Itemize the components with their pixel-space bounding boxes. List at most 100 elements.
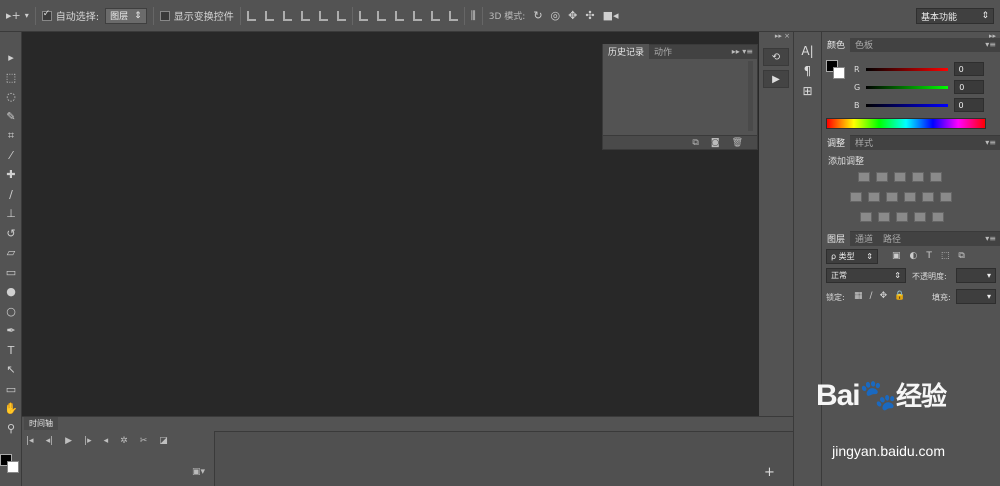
align-bottom-icon[interactable]	[282, 10, 292, 21]
opacity-field[interactable]: ▾	[956, 268, 996, 283]
tab-actions[interactable]: 动作	[649, 44, 677, 59]
add-track-button[interactable]: +	[764, 465, 775, 480]
distribute-bottom-icon[interactable]	[394, 10, 404, 21]
tab-adjustments[interactable]: 调整	[822, 135, 851, 150]
align-top-icon[interactable]	[246, 10, 256, 21]
distribute-hcenter-icon[interactable]	[430, 10, 440, 21]
3d-scale-icon[interactable]: ■◂	[603, 9, 619, 22]
render-video-icon[interactable]: ▣▾	[192, 467, 205, 477]
dodge-tool-icon[interactable]: ○	[0, 302, 22, 322]
tab-swatches[interactable]: 色板	[850, 37, 878, 52]
collapse-dock-icon[interactable]: ▸▸ ×	[759, 32, 793, 40]
tab-timeline[interactable]: 时间轴	[24, 417, 58, 430]
black-white-icon[interactable]	[886, 192, 898, 202]
selective-color-icon[interactable]	[914, 212, 926, 222]
panel-menu-icon[interactable]: ▸▸ ▾≡	[732, 47, 753, 56]
show-transform-checkbox[interactable]	[159, 10, 170, 21]
healing-brush-tool-icon[interactable]: ✚	[0, 165, 22, 185]
scrollbar[interactable]	[748, 61, 753, 131]
fill-field[interactable]: ▾	[956, 289, 996, 304]
align-hcenter-icon[interactable]	[318, 10, 328, 21]
tab-layers[interactable]: 图层	[822, 231, 851, 246]
brightness-icon[interactable]	[858, 172, 870, 182]
zoom-tool-icon[interactable]: ⚲	[0, 419, 22, 439]
threshold-icon[interactable]	[896, 212, 908, 222]
tab-paths[interactable]: 路径	[878, 231, 906, 246]
lock-all-icon[interactable]: 🔒	[894, 291, 905, 301]
smart-object-filter-icon[interactable]: ⧉	[958, 251, 964, 261]
exposure-icon[interactable]	[912, 172, 924, 182]
blur-tool-icon[interactable]: ●	[0, 282, 22, 302]
tool-preset-dropdown-icon[interactable]: ▾	[25, 11, 29, 20]
g-value-field[interactable]: 0	[954, 80, 985, 94]
channel-mixer-icon[interactable]	[922, 192, 934, 202]
actions-dock-icon[interactable]: ▶	[763, 70, 789, 88]
snapshot-icon[interactable]: ◙	[711, 138, 720, 148]
prev-frame-icon[interactable]: ◂|	[46, 436, 54, 446]
3d-pan-icon[interactable]: ✥	[568, 9, 577, 22]
clone-stamp-tool-icon[interactable]: ⊥	[0, 204, 22, 224]
rectangle-tool-icon[interactable]: ▭	[0, 380, 22, 400]
posterize-icon[interactable]	[878, 212, 890, 222]
type-tool-icon[interactable]: T	[0, 341, 22, 361]
tab-channels[interactable]: 通道	[850, 231, 878, 246]
type-filter-icon[interactable]: T	[926, 251, 932, 261]
timeline-track-area[interactable]	[214, 431, 793, 486]
next-frame-icon[interactable]: |▸	[84, 436, 92, 446]
glyphs-icon[interactable]: ⊞	[797, 82, 819, 100]
gradient-map-icon[interactable]	[932, 212, 944, 222]
split-scissors-icon[interactable]: ✂	[140, 436, 148, 446]
photo-filter-icon[interactable]	[904, 192, 916, 202]
panel-menu-icon[interactable]: ▾≡	[985, 40, 996, 49]
paragraph-icon[interactable]: ¶	[797, 62, 819, 80]
r-slider[interactable]	[865, 67, 948, 71]
history-brush-tool-icon[interactable]: ↺	[0, 224, 22, 244]
gradient-tool-icon[interactable]: ▭	[0, 263, 22, 283]
lasso-tool-icon[interactable]: ◌	[0, 87, 22, 107]
crop-tool-icon[interactable]: ⌗	[0, 126, 22, 146]
quick-select-tool-icon[interactable]: ✎	[0, 107, 22, 127]
g-slider[interactable]	[866, 85, 949, 89]
play-icon[interactable]: ▶	[65, 436, 72, 446]
align-left-icon[interactable]	[300, 10, 310, 21]
tab-styles[interactable]: 样式	[850, 135, 878, 150]
invert-icon[interactable]	[860, 212, 872, 222]
distribute-left-icon[interactable]	[412, 10, 422, 21]
align-vcenter-icon[interactable]	[264, 10, 274, 21]
b-value-field[interactable]: 0	[953, 98, 984, 112]
move-tool-icon[interactable]: ▸	[0, 48, 22, 68]
vibrance-icon[interactable]	[930, 172, 942, 182]
first-frame-icon[interactable]: |◂	[26, 436, 34, 446]
distribute-top-icon[interactable]	[358, 10, 368, 21]
trash-icon[interactable]: 🗑	[732, 138, 743, 148]
adjustment-filter-icon[interactable]: ◐	[910, 251, 918, 261]
character-icon[interactable]: A|	[797, 42, 819, 60]
workspace-switcher[interactable]: 基本功能 ⇕	[916, 8, 994, 24]
layer-filter-dropdown[interactable]: ρ 类型 ⇕	[826, 249, 878, 264]
lock-pixels-icon[interactable]: ∕	[870, 291, 873, 301]
path-select-tool-icon[interactable]: ↖	[0, 360, 22, 380]
hue-saturation-icon[interactable]	[850, 192, 862, 202]
auto-select-dropdown[interactable]: 图层 ⇕	[105, 7, 147, 24]
lock-position-icon[interactable]: ✥	[880, 291, 888, 301]
history-dock-icon[interactable]: ⟲	[763, 48, 789, 66]
3d-roll-icon[interactable]: ◎	[551, 9, 561, 22]
3d-rotate-icon[interactable]: ↻	[533, 9, 542, 22]
color-spectrum-bar[interactable]	[826, 118, 986, 129]
r-value-field[interactable]: 0	[953, 62, 984, 76]
auto-align-icon[interactable]: ⫼	[471, 9, 476, 23]
3d-slide-icon[interactable]: ✣	[585, 9, 594, 22]
auto-select-checkbox[interactable]	[41, 9, 52, 21]
distribute-right-icon[interactable]	[448, 10, 458, 21]
levels-icon[interactable]	[876, 172, 888, 182]
lock-transparent-icon[interactable]: ▦	[854, 291, 863, 301]
b-slider[interactable]	[865, 103, 948, 107]
background-color-swatch[interactable]	[7, 461, 19, 473]
panel-menu-icon[interactable]: ▾≡	[985, 138, 996, 147]
align-right-icon[interactable]	[336, 10, 346, 21]
color-balance-icon[interactable]	[868, 192, 880, 202]
distribute-vcenter-icon[interactable]	[376, 10, 386, 21]
tab-color[interactable]: 颜色	[822, 37, 851, 52]
color-bg-swatch[interactable]	[833, 67, 845, 79]
settings-gear-icon[interactable]: ✲	[120, 436, 128, 446]
